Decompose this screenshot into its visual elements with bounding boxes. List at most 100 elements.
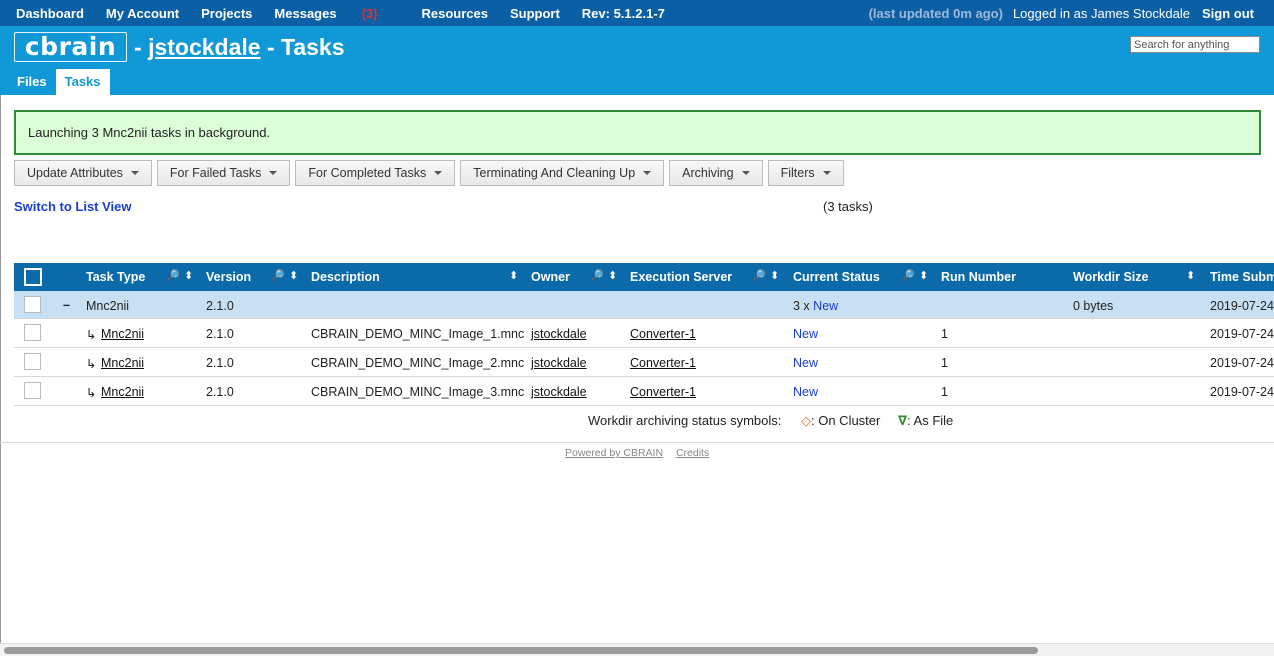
column-description[interactable]: Description <box>311 270 380 284</box>
status-link[interactable]: New <box>793 327 818 341</box>
group-workdir-size: 0 bytes <box>1073 299 1114 313</box>
magnifier-icon[interactable]: 🔎 <box>271 269 285 282</box>
nav-resources[interactable]: Resources <box>421 6 487 21</box>
owner-link[interactable]: jstockdale <box>531 327 587 341</box>
table-row[interactable]: ↳ Mnc2nii 2.1.0 CBRAIN_DEMO_MINC_Image_2… <box>14 348 1274 377</box>
nav-support[interactable]: Support <box>510 6 560 21</box>
credits-link[interactable]: Credits <box>676 447 709 459</box>
row-checkbox[interactable] <box>24 353 41 370</box>
task-type-link[interactable]: Mnc2nii <box>101 356 144 370</box>
column-owner[interactable]: Owner <box>531 270 570 284</box>
column-time-submitted[interactable]: Time Subm <box>1210 270 1274 284</box>
nav-projects[interactable]: Projects <box>201 6 252 21</box>
magnifier-icon[interactable]: 🔎 <box>590 269 604 282</box>
button-label: Update Attributes <box>27 166 123 180</box>
version-cell: 2.1.0 <box>206 385 234 399</box>
last-updated-label: (last updated 0m ago) <box>868 6 1003 21</box>
status-link[interactable]: New <box>793 356 818 370</box>
column-workdir-size[interactable]: Workdir Size <box>1073 270 1148 284</box>
table-header: Task Type 🔎 ⬍ Version 🔎 ⬍ Description ⬍ … <box>14 263 1274 291</box>
description-cell: CBRAIN_DEMO_MINC_Image_2.mnc <box>311 356 525 370</box>
sort-arrows-icon[interactable]: ⬍ <box>184 269 193 282</box>
magnifier-icon[interactable]: 🔎 <box>752 269 766 282</box>
row-checkbox[interactable] <box>24 296 41 313</box>
server-link[interactable]: Converter-1 <box>630 327 696 341</box>
archiving-button[interactable]: Archiving <box>669 160 763 186</box>
archiving-legend: Workdir archiving status symbols: ◇: On … <box>588 413 953 429</box>
column-run-number[interactable]: Run Number <box>941 270 1016 284</box>
version-cell: 2.1.0 <box>206 356 234 370</box>
magnifier-icon[interactable]: 🔎 <box>166 269 180 282</box>
task-type-link[interactable]: Mnc2nii <box>101 385 144 399</box>
time-cell: 2019-07-24 <box>1210 356 1274 370</box>
failed-tasks-button[interactable]: For Failed Tasks <box>156 160 291 186</box>
server-link[interactable]: Converter-1 <box>630 385 696 399</box>
status-link[interactable]: New <box>793 385 818 399</box>
caret-down-icon <box>822 171 831 175</box>
row-checkbox[interactable] <box>24 382 41 399</box>
collapse-toggle[interactable]: – <box>63 298 70 312</box>
table-row[interactable]: ↳ Mnc2nii 2.1.0 CBRAIN_DEMO_MINC_Image_3… <box>14 377 1274 406</box>
description-cell: CBRAIN_DEMO_MINC_Image_1.mnc <box>311 327 525 341</box>
search-input[interactable] <box>1130 36 1260 53</box>
column-execution-server[interactable]: Execution Server <box>630 270 732 284</box>
column-current-status[interactable]: Current Status <box>793 270 880 284</box>
child-arrow-icon: ↳ <box>86 386 97 400</box>
sort-arrows-icon[interactable]: ⬍ <box>770 269 779 282</box>
table-row[interactable]: ↳ Mnc2nii 2.1.0 CBRAIN_DEMO_MINC_Image_1… <box>14 319 1274 348</box>
child-arrow-icon: ↳ <box>86 357 97 371</box>
owner-link[interactable]: jstockdale <box>531 385 587 399</box>
caret-down-icon <box>643 171 652 175</box>
magnifier-icon[interactable]: 🔎 <box>901 269 915 282</box>
sign-out-link[interactable]: Sign out <box>1202 6 1254 21</box>
child-arrow-icon: ↳ <box>86 328 97 342</box>
row-checkbox[interactable] <box>24 324 41 341</box>
title-user-link[interactable]: jstockdale <box>148 34 261 60</box>
completed-tasks-button[interactable]: For Completed Tasks <box>295 160 456 186</box>
nav-messages-label: Messages <box>274 6 337 21</box>
update-attributes-button[interactable]: Update Attributes <box>14 160 152 186</box>
cbrain-logo[interactable]: cbrain <box>14 32 127 62</box>
scrollbar-thumb[interactable] <box>4 647 1038 654</box>
description-cell: CBRAIN_DEMO_MINC_Image_3.mnc <box>311 385 525 399</box>
filters-button[interactable]: Filters <box>767 160 844 186</box>
flash-notice: Launching 3 Mnc2nii tasks in background. <box>14 110 1261 155</box>
group-version: 2.1.0 <box>206 299 234 313</box>
terminating-cleaning-button[interactable]: Terminating And Cleaning Up <box>460 160 665 186</box>
tab-files[interactable]: Files <box>8 69 56 95</box>
sort-arrows-icon[interactable]: ⬍ <box>289 269 298 282</box>
group-status-link[interactable]: New <box>813 299 838 313</box>
nav-messages[interactable]: Messages (3) <box>274 6 399 21</box>
run-number-cell: 1 <box>941 356 948 370</box>
sort-arrows-icon[interactable]: ⬍ <box>919 269 928 282</box>
column-version[interactable]: Version <box>206 270 251 284</box>
task-group-row[interactable]: – Mnc2nii 2.1.0 3 x New 0 bytes 2019-07-… <box>14 291 1274 319</box>
triangle-down-icon: ∇ <box>897 413 908 428</box>
switch-to-list-view-link[interactable]: Switch to List View <box>14 199 132 214</box>
horizontal-scrollbar[interactable] <box>0 643 1274 656</box>
diamond-icon: ◇ <box>801 413 811 428</box>
select-all-checkbox[interactable] <box>24 268 42 286</box>
button-label: For Completed Tasks <box>308 166 427 180</box>
time-cell: 2019-07-24 <box>1210 327 1274 341</box>
nav-dashboard[interactable]: Dashboard <box>16 6 84 21</box>
sort-arrows-icon[interactable]: ⬍ <box>509 269 518 282</box>
caret-down-icon <box>130 171 139 175</box>
task-type-link[interactable]: Mnc2nii <box>101 327 144 341</box>
caret-down-icon <box>434 171 443 175</box>
tab-tasks[interactable]: Tasks <box>55 69 110 95</box>
owner-link[interactable]: jstockdale <box>531 356 587 370</box>
nav-my-account[interactable]: My Account <box>106 6 179 21</box>
sort-arrows-icon[interactable]: ⬍ <box>1186 269 1195 282</box>
powered-by-link[interactable]: Powered by CBRAIN <box>565 447 663 459</box>
top-navigation: Dashboard My Account Projects Messages (3… <box>0 0 1274 26</box>
button-label: Filters <box>780 166 815 180</box>
legend-as-file: : As File <box>907 413 954 428</box>
sort-arrows-icon[interactable]: ⬍ <box>608 269 617 282</box>
page-footer: Powered by CBRAIN Credits <box>565 447 719 459</box>
group-status: 3 x New <box>793 299 838 313</box>
version-cell: 2.1.0 <box>206 327 234 341</box>
column-task-type[interactable]: Task Type <box>86 270 145 284</box>
server-link[interactable]: Converter-1 <box>630 356 696 370</box>
run-number-cell: 1 <box>941 327 948 341</box>
